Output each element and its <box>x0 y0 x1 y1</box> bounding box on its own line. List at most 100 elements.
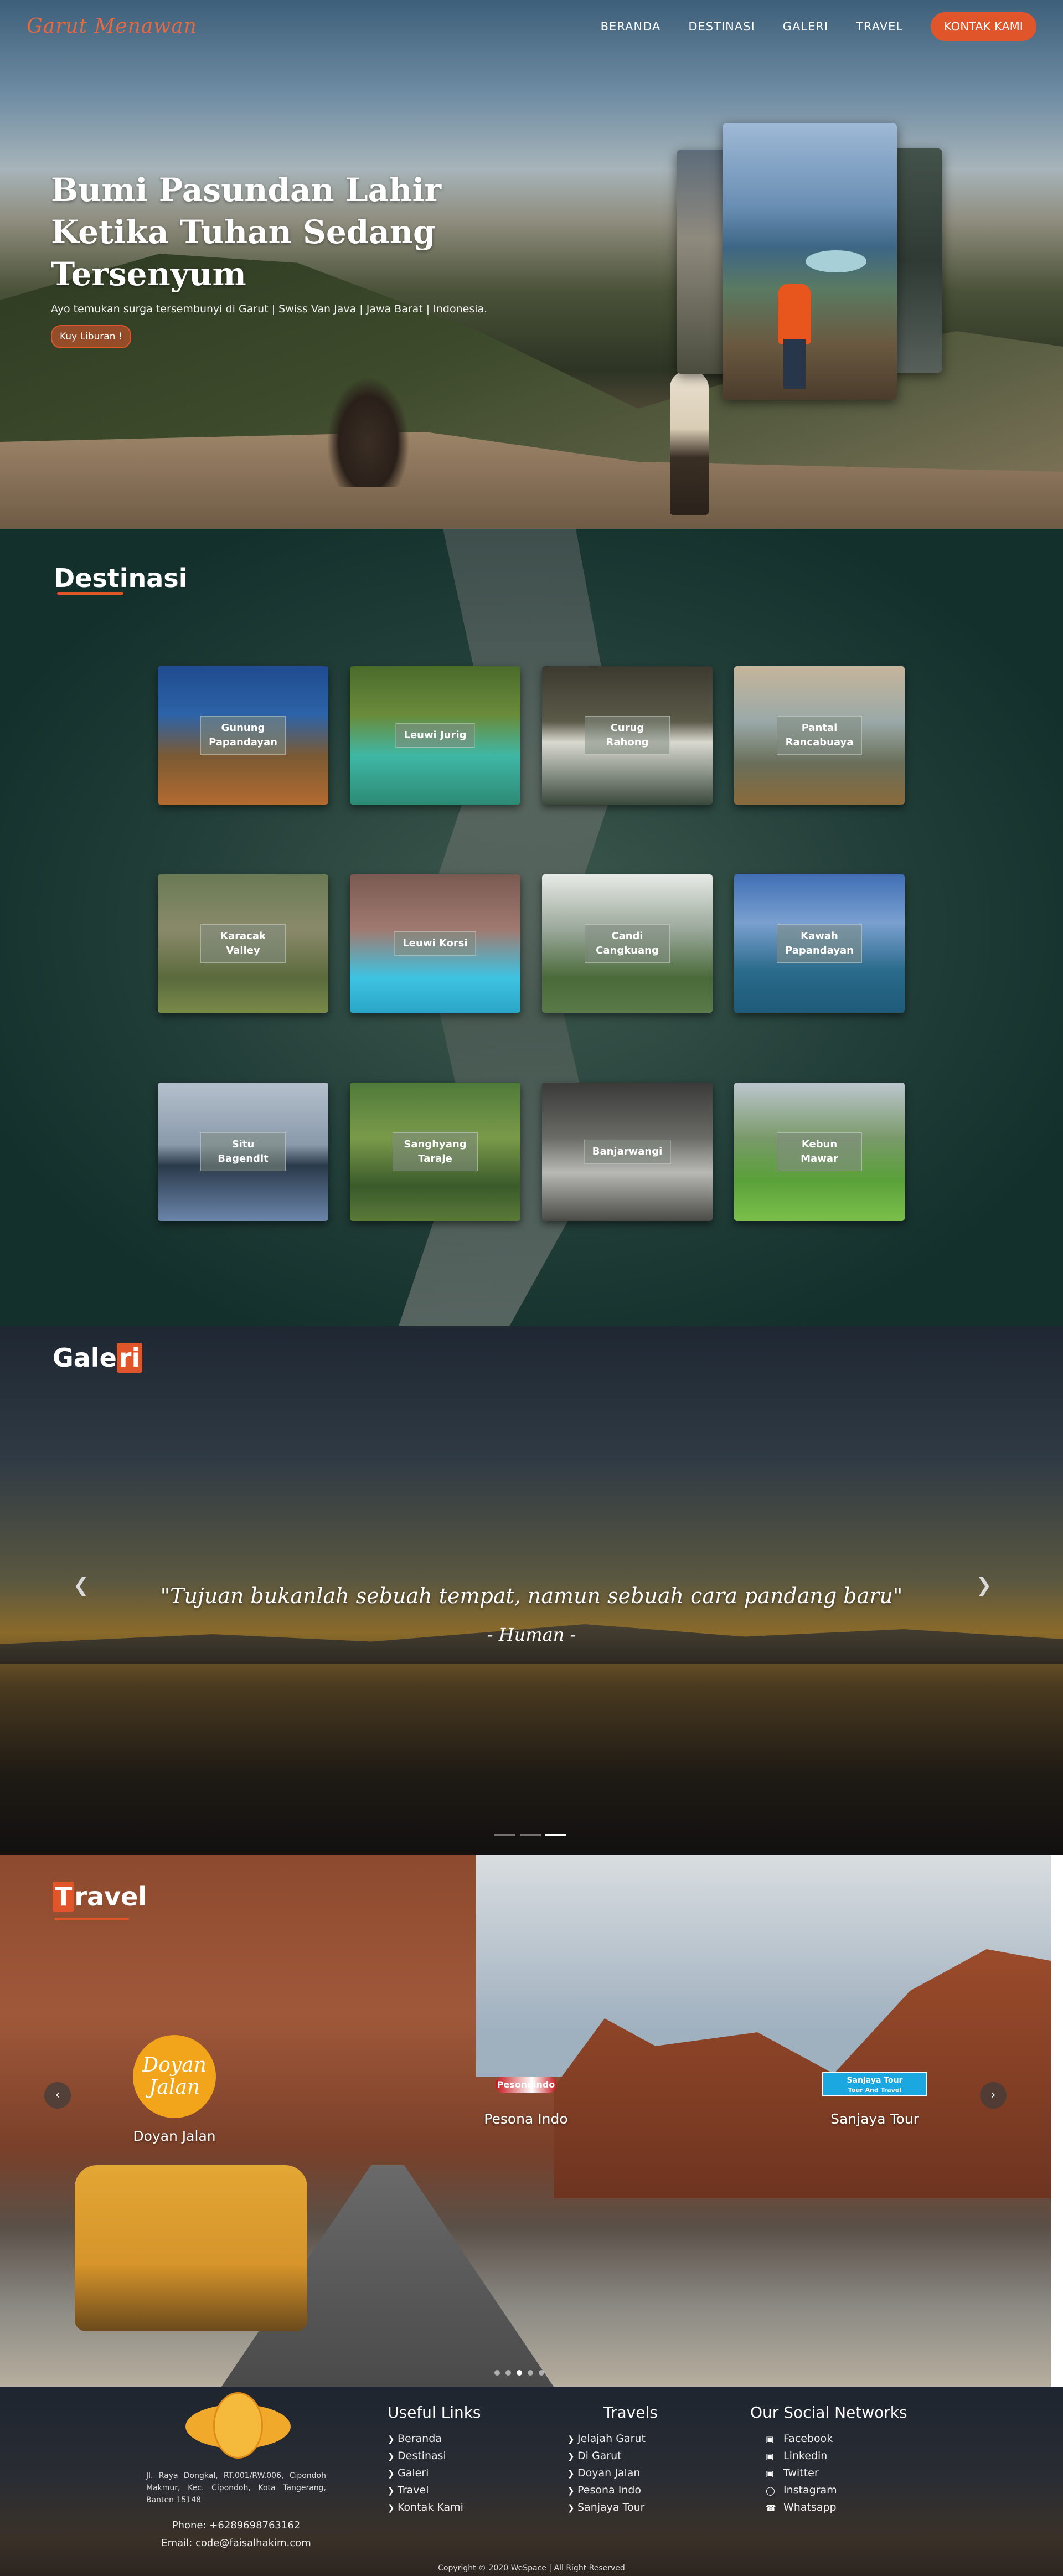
carousel-indicator-active[interactable] <box>517 2370 522 2376</box>
carousel-indicator[interactable] <box>494 2370 500 2376</box>
travel-heading: Travel <box>53 1882 147 1912</box>
carousel-indicator[interactable] <box>505 2370 511 2376</box>
partner-pesona-indo[interactable]: Pesonaindo Pesona Indo <box>462 2077 590 2127</box>
contact-button[interactable]: KONTAK KAMI <box>931 12 1036 41</box>
footer-link[interactable]: ❯ Doyan Jalan <box>567 2465 658 2482</box>
galeri-quote-author: - Human - <box>487 1624 576 1645</box>
destination-card-leuwi-korsi[interactable]: Leuwi Korsi <box>350 874 520 1013</box>
hero-card-main[interactable] <box>723 123 897 400</box>
carousel-indicator-active[interactable] <box>545 1834 566 1836</box>
destination-label: Banjarwangi <box>584 1140 671 1164</box>
partner-name: Doyan Jalan <box>133 2128 216 2144</box>
chevron-right-icon: ❯ <box>567 2486 575 2496</box>
carousel-indicator[interactable] <box>520 1834 541 1836</box>
footer-link[interactable]: ❯ Destinasi <box>388 2448 481 2465</box>
travel-underline <box>54 1918 129 1920</box>
footer-link[interactable]: ❯ Beranda <box>388 2430 481 2448</box>
footer-link-label: Galeri <box>398 2467 429 2479</box>
destination-label: Karacak Valley <box>200 924 286 963</box>
destination-label: Pantai Rancabuaya <box>777 716 862 755</box>
hero-cta-button[interactable]: Kuy Liburan ! <box>51 325 131 348</box>
partner-doyan-jalan[interactable]: Doyan Jalan Doyan Jalan <box>111 2035 238 2144</box>
social-link-label: Facebook <box>783 2433 833 2445</box>
destination-card-leuwi-jurig[interactable]: Leuwi Jurig <box>350 666 520 805</box>
nav-link-destinasi[interactable]: DESTINASI <box>688 20 755 33</box>
footer-link-label: Travel <box>398 2484 429 2496</box>
footer-col-title: Useful Links <box>388 2403 481 2422</box>
destination-card-curug-rahong[interactable]: Curug Rahong <box>542 666 713 805</box>
travel-right-edge <box>1051 1855 1063 2387</box>
hero-title-line1: Bumi Pasundan Lahir <box>51 171 442 209</box>
destination-card-situ-bagendit[interactable]: Situ Bagendit <box>158 1083 328 1221</box>
nav-link-beranda[interactable]: BERANDA <box>601 20 661 33</box>
destination-label: Sanghyang Taraje <box>393 1132 478 1171</box>
chevron-right-icon: ❯ <box>567 2503 575 2513</box>
destinasi-section: Destinasi Gunung Papandayan Leuwi Jurig … <box>0 529 1063 1326</box>
chevron-left-icon[interactable]: ‹ <box>44 2082 71 2109</box>
chevron-right-icon: ❯ <box>567 2451 575 2461</box>
footer-link[interactable]: ❯ Pesona Indo <box>567 2482 658 2499</box>
destination-label: Leuwi Korsi <box>394 931 476 956</box>
footer-social: Our Social Networks ▣ Facebook ▣ Linkedin … <box>750 2403 907 2516</box>
footer-link-label: Beranda <box>398 2433 442 2445</box>
destination-card-karacak-valley[interactable]: Karacak Valley <box>158 874 328 1013</box>
chevron-right-icon[interactable]: › <box>980 2082 1007 2109</box>
brand-logo[interactable]: Garut Menawan <box>27 15 197 38</box>
partner-sanjaya-tour[interactable]: Sanjaya Tour Tour And Travel Sanjaya Tou… <box>811 2072 938 2127</box>
footer-link-label: Kontak Kami <box>398 2501 463 2513</box>
carousel-indicator[interactable] <box>528 2370 533 2376</box>
destination-card-kebun-mawar[interactable]: Kebun Mawar <box>734 1083 905 1221</box>
destinasi-heading: Destinasi <box>54 563 188 593</box>
social-link-whatsapp[interactable]: ☎ Whatsapp <box>766 2499 907 2516</box>
footer-link[interactable]: ❯ Travel <box>388 2482 481 2499</box>
destination-card-banjarwangi[interactable]: Banjarwangi <box>542 1083 713 1221</box>
carousel-indicator[interactable] <box>494 1834 515 1836</box>
social-link-linkedin[interactable]: ▣ Linkedin <box>766 2448 907 2465</box>
destination-card-candi-cangkuang[interactable]: Candi Cangkuang <box>542 874 713 1013</box>
hero-title: Bumi Pasundan Lahir Ketika Tuhan Sedang … <box>51 169 605 295</box>
nav-link-galeri[interactable]: GALERI <box>783 20 828 33</box>
partner-name: Pesona Indo <box>484 2111 568 2127</box>
footer-travel-list: ❯ Jelajah Garut ❯ Di Garut ❯ Doyan Jalan ❯ P… <box>567 2430 658 2516</box>
footer-link[interactable]: ❯ Sanjaya Tour <box>567 2499 658 2516</box>
social-link-facebook[interactable]: ▣ Facebook <box>766 2430 907 2448</box>
destination-card-gunung-papandayan[interactable]: Gunung Papandayan <box>158 666 328 805</box>
footer-link-list: ❯ Beranda ❯ Destinasi ❯ Galeri ❯ Travel ❯ Kon… <box>388 2430 481 2516</box>
sanjaya-tour-logo-line1: Sanjaya Tour <box>847 2076 903 2085</box>
social-link-twitter[interactable]: ▣ Twitter <box>766 2465 907 2482</box>
footer-link[interactable]: ❯ Jelajah Garut <box>567 2430 658 2448</box>
travel-heading-highlight: T <box>53 1882 75 1912</box>
footer-link-label: Pesona Indo <box>577 2484 642 2496</box>
hero-card-lake <box>806 250 866 272</box>
chevron-right-icon: ❯ <box>567 2469 575 2479</box>
footer: Jl. Raya Dongkal, RT.001/RW.006, Cipondo… <box>0 2387 1063 2576</box>
whatsapp-icon: ☎ <box>766 2503 776 2513</box>
galeri-heading-highlight: ri <box>116 1343 143 1373</box>
social-link-label: Whatsapp <box>783 2501 837 2513</box>
hero-text: Bumi Pasundan Lahir Ketika Tuhan Sedang … <box>51 169 605 348</box>
destination-card-sanghyang-taraje[interactable]: Sanghyang Taraje <box>350 1083 520 1221</box>
travel-van-figure <box>75 2165 307 2331</box>
footer-link[interactable]: ❯ Galeri <box>388 2465 481 2482</box>
footer-link-label: Doyan Jalan <box>577 2467 641 2479</box>
footer-link[interactable]: ❯ Kontak Kami <box>388 2499 481 2516</box>
linkedin-icon: ▣ <box>766 2451 774 2461</box>
nav-link-travel[interactable]: TRAVEL <box>856 20 903 33</box>
partner-name: Sanjaya Tour <box>830 2111 919 2127</box>
facebook-icon: ▣ <box>766 2434 774 2444</box>
galeri-quote: "Tujuan bukanlah sebuah tempat, namun se… <box>160 1584 903 1608</box>
hero-card-person-legs <box>783 339 806 389</box>
hero-card-person <box>778 284 811 344</box>
footer-link-label: Jelajah Garut <box>577 2433 646 2445</box>
footer-useful-links: Useful Links ❯ Beranda ❯ Destinasi ❯ Galeri… <box>388 2403 481 2516</box>
social-link-instagram[interactable]: ◯ Instagram <box>766 2482 907 2499</box>
destination-card-kawah-papandayan[interactable]: Kawah Papandayan <box>734 874 905 1013</box>
social-link-label: Linkedin <box>783 2450 828 2462</box>
footer-col-title: Travels <box>603 2403 658 2422</box>
destination-card-pantai-rancabuaya[interactable]: Pantai Rancabuaya <box>734 666 905 805</box>
doyan-jalan-logo-line2: Jalan <box>148 2076 200 2099</box>
footer-link[interactable]: ❯ Di Garut <box>567 2448 658 2465</box>
hero-section: Bumi Pasundan Lahir Ketika Tuhan Sedang … <box>0 0 1063 529</box>
destination-label: Curug Rahong <box>585 716 670 755</box>
carousel-indicator[interactable] <box>539 2370 544 2376</box>
